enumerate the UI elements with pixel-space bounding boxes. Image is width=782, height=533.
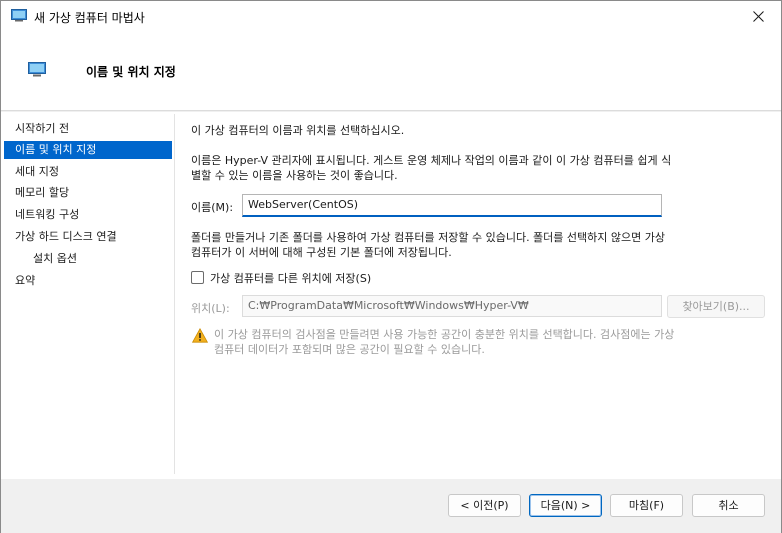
nav-item-name-location[interactable]: 이름 및 위치 지정	[4, 141, 172, 159]
nav-item-install-options[interactable]: 설치 옵션	[4, 250, 172, 268]
store-elsewhere-checkbox[interactable]	[191, 271, 204, 284]
browse-button[interactable]: 찾아보기(B)...	[667, 295, 765, 318]
nav-divider	[174, 114, 175, 474]
window-title: 새 가상 컴퓨터 마법사	[34, 11, 145, 25]
wizard-content: 시작하기 전 이름 및 위치 지정 세대 지정 메모리 할당 네트워킹 구성 가…	[1, 112, 781, 479]
location-input[interactable]: C:₩ProgramData₩Microsoft₩Windows₩Hyper-V…	[242, 295, 662, 317]
folder-description-line-1: 폴더를 만들거나 기존 폴더를 사용하여 가상 컴퓨터를 저장할 수 있습니다.…	[191, 231, 665, 244]
nav-item-virtual-disk[interactable]: 가상 하드 디스크 연결	[4, 228, 172, 246]
name-label: 이름(M):	[191, 201, 234, 214]
finish-button[interactable]: 마침(F)	[610, 494, 683, 517]
close-icon	[752, 10, 764, 22]
wizard-window: 새 가상 컴퓨터 마법사 이름 및 위치 지정 시작하기 전 이름 및 위치 지…	[0, 0, 782, 533]
next-button[interactable]: 다음(N) >	[529, 494, 602, 517]
nav-item-summary[interactable]: 요약	[4, 272, 172, 290]
wizard-header: 이름 및 위치 지정	[1, 31, 781, 111]
store-elsewhere-label[interactable]: 가상 컴퓨터를 다른 위치에 저장(S)	[210, 270, 371, 286]
warning-text: 이 가상 컴퓨터의 검사점을 만들려면 사용 가능한 공간이 충분한 위치를 선…	[214, 327, 674, 357]
page-title: 이름 및 위치 지정	[86, 65, 176, 79]
title-bar[interactable]: 새 가상 컴퓨터 마법사	[1, 1, 781, 31]
name-input[interactable]: WebServer(CentOS)	[242, 194, 662, 217]
warning-icon	[192, 328, 208, 343]
previous-button[interactable]: < 이전(P)	[448, 494, 521, 517]
close-button[interactable]	[735, 1, 781, 31]
wizard-steps: 시작하기 전 이름 및 위치 지정 세대 지정 메모리 할당 네트워킹 구성 가…	[1, 112, 173, 479]
virtual-machine-icon	[28, 62, 46, 77]
folder-description-line-2: 컴퓨터가 이 서버에 대해 구성된 기본 폴더에 저장됩니다.	[191, 246, 452, 259]
location-label: 위치(L):	[191, 302, 230, 315]
cancel-button[interactable]: 취소	[692, 494, 765, 517]
warning-line-2: 컴퓨터 데이터가 포함되며 많은 공간이 필요할 수 있습니다.	[214, 343, 485, 356]
description-line-1: 이름은 Hyper-V 관리자에 표시됩니다. 게스트 운영 체제나 작업의 이…	[191, 154, 672, 167]
virtual-machine-icon	[11, 9, 27, 22]
intro-text: 이 가상 컴퓨터의 이름과 위치를 선택하십시오.	[191, 124, 405, 137]
nav-item-before-you-begin[interactable]: 시작하기 전	[4, 120, 172, 138]
warning-line-1: 이 가상 컴퓨터의 검사점을 만들려면 사용 가능한 공간이 충분한 위치를 선…	[214, 328, 675, 341]
description-line-2: 별할 수 있는 이름을 사용하는 것이 좋습니다.	[191, 169, 398, 182]
nav-item-networking[interactable]: 네트워킹 구성	[4, 206, 172, 224]
nav-item-memory[interactable]: 메모리 할당	[4, 184, 172, 202]
wizard-footer: < 이전(P) 다음(N) > 마침(F) 취소	[1, 479, 781, 533]
nav-item-generation[interactable]: 세대 지정	[4, 163, 172, 181]
